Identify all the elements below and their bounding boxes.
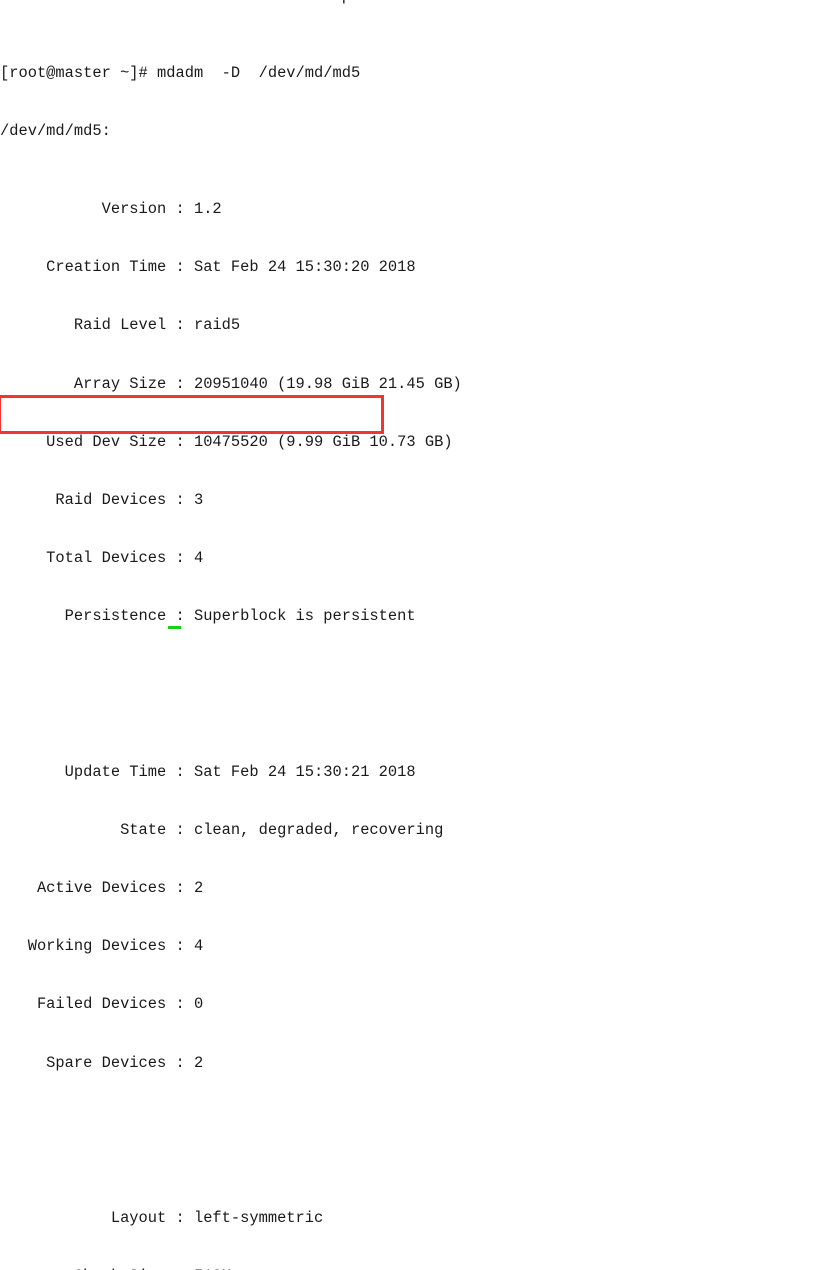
status-line-failed-devices: Failed Devices : 0: [0, 995, 204, 1014]
terminal-cursor: [168, 626, 181, 629]
status-line-active-devices: Active Devices : 2: [0, 879, 204, 898]
detail-line-array-size: Array Size : 20951040 (19.98 GiB 21.45 G…: [0, 374, 462, 393]
shell-prompt-command-line[interactable]: [root@master ~]# mdadm -D /dev/md/md5: [0, 64, 818, 83]
status-line-state: State : clean, degraded, recovering: [0, 820, 444, 839]
layout-line-layout: Layout : left-symmetric: [0, 1208, 324, 1227]
detail-line-total-devices: Total Devices : 4: [0, 549, 204, 568]
md-device-header: /dev/md/md5:: [0, 122, 111, 141]
detail-line-used-dev-size: Used Dev Size : 10475520 (9.99 GiB 10.73…: [0, 432, 453, 451]
detail-line-raid-devices: Raid Devices : 3: [0, 491, 204, 510]
spacer-line: [0, 1131, 818, 1150]
terminal-output-stream: [root@master ~]# mdadm -D /dev/md/md5 /d…: [0, 6, 818, 1270]
status-line-spare-devices: Spare Devices : 2: [0, 1053, 204, 1072]
detail-line-version: Version : 1.2: [0, 200, 222, 219]
status-line-update-time: Update Time : Sat Feb 24 15:30:21 2018: [0, 762, 416, 781]
layout-line-chunk-size: Chunk Size : 512K: [0, 1267, 818, 1270]
detail-line-creation-time: Creation Time : Sat Feb 24 15:30:20 2018: [0, 258, 416, 277]
spacer-line: [0, 685, 818, 704]
terminal-window[interactable]: spare /dev/sde1 [root@master ~]# mdadm -…: [0, 0, 818, 1270]
detail-line-persistence: Persistence : Superblock is persistent: [0, 607, 416, 626]
detail-line-raid-level: Raid Level : raid5: [0, 316, 241, 335]
status-line-working-devices: Working Devices : 4: [0, 937, 204, 956]
